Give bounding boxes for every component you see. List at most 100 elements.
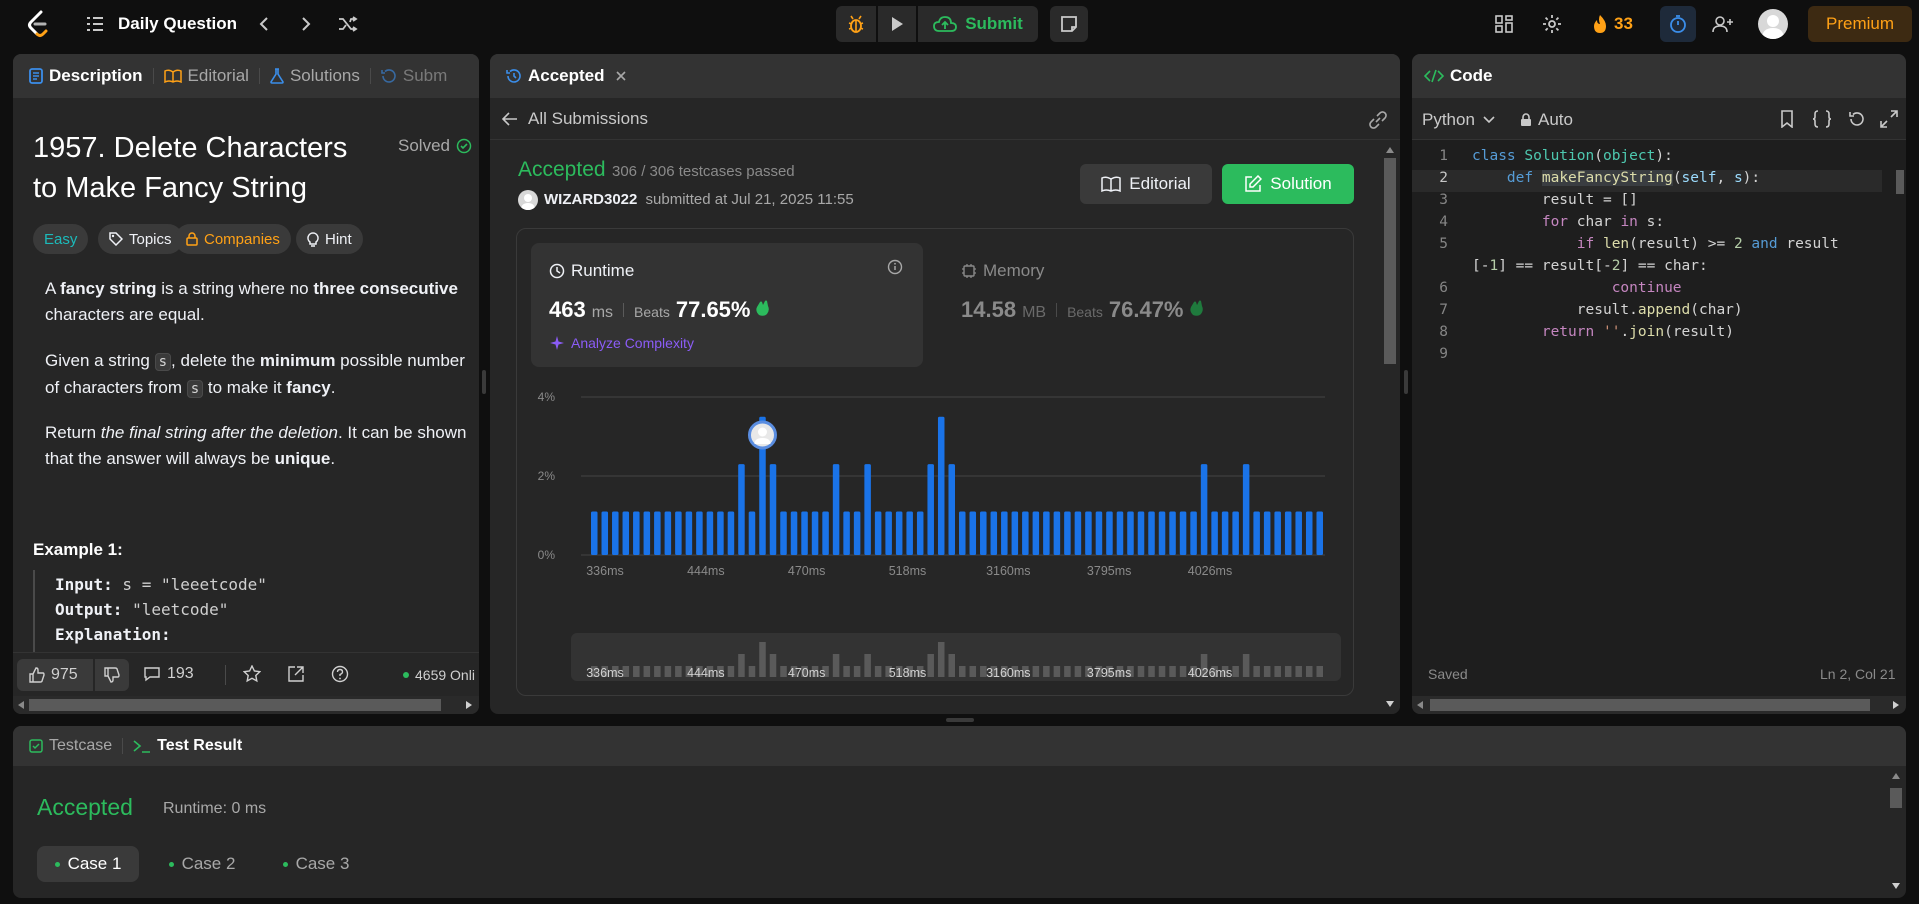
run-button[interactable] (878, 6, 916, 42)
minimap-bar (1232, 666, 1239, 677)
chart-bar (601, 511, 609, 555)
share-icon[interactable] (287, 665, 305, 683)
debug-button[interactable] (836, 6, 876, 42)
description-paragraph-1: A fancy string is a string where no thre… (45, 279, 458, 324)
thumbs-up-icon (29, 667, 45, 683)
case-1-tab[interactable]: Case 1 (37, 846, 139, 882)
tab-accepted[interactable]: Accepted (506, 66, 605, 86)
fullscreen-expand-icon[interactable] (1880, 110, 1898, 128)
dislike-button[interactable] (95, 659, 129, 691)
lock-icon (186, 232, 198, 246)
analyze-complexity-link[interactable]: Analyze Complexity (549, 335, 694, 351)
submitter-username[interactable]: WIZARD3022 (544, 191, 637, 208)
leetcode-logo-icon[interactable] (26, 8, 52, 40)
problem-list-title[interactable]: Daily Question (118, 14, 237, 34)
vertical-scrollbar[interactable] (1380, 140, 1400, 714)
help-question-icon[interactable] (331, 665, 349, 683)
case-3-tab[interactable]: Case 3 (265, 846, 367, 882)
prev-question-chevron-left-icon[interactable] (254, 12, 274, 36)
minimap-bar (643, 666, 651, 677)
tab-description[interactable]: Description (29, 66, 143, 86)
tab-testcase[interactable]: Testcase (29, 737, 112, 755)
streak-fire-icon[interactable] (1590, 12, 1610, 36)
notes-button[interactable] (1050, 6, 1088, 42)
horizontal-scrollbar[interactable] (13, 696, 479, 714)
code-horizontal-scrollbar[interactable] (1412, 696, 1906, 714)
copy-link-icon[interactable] (1368, 110, 1388, 130)
editor-toolbar: Python Auto (1412, 98, 1906, 140)
clap-hands-icon (756, 300, 770, 316)
tab-editorial[interactable]: Editorial (163, 66, 249, 86)
submit-button[interactable]: Submit (918, 6, 1038, 42)
comments-button[interactable]: 193 (143, 665, 194, 683)
settings-gear-icon[interactable] (1540, 12, 1564, 36)
streak-count[interactable]: 33 (1614, 14, 1633, 34)
tab-solutions[interactable]: Solutions (270, 66, 360, 86)
tab-test-result[interactable]: Test Result (133, 737, 242, 755)
minimap-bar (1053, 666, 1061, 677)
close-tab-icon[interactable] (615, 70, 627, 82)
bottom-vertical-scrollbar[interactable] (1886, 766, 1906, 898)
chart-bar (811, 511, 819, 555)
layout-grid-icon[interactable] (1492, 12, 1516, 36)
editorial-button[interactable]: Editorial (1080, 164, 1212, 204)
bookmark-icon[interactable] (1780, 110, 1794, 128)
scroll-right-icon (466, 701, 472, 709)
like-button[interactable]: 975 (17, 659, 93, 691)
scroll-right-icon (1893, 701, 1899, 709)
favorite-star-icon[interactable] (243, 665, 261, 683)
chart-bar (1085, 511, 1092, 555)
tab-submissions[interactable]: Subm (381, 66, 447, 86)
arrow-left-icon[interactable] (502, 111, 518, 126)
next-question-chevron-right-icon[interactable] (296, 12, 316, 36)
minimap-bar (1179, 666, 1187, 677)
problem-list-icon[interactable] (84, 12, 106, 36)
solution-button[interactable]: Solution (1222, 164, 1354, 204)
left-resize-handle[interactable] (482, 370, 486, 394)
add-friend-icon[interactable] (1710, 12, 1736, 36)
description-tabs: Description Editorial Solutions Subm (13, 54, 479, 98)
reset-undo-icon[interactable] (1848, 110, 1866, 128)
chart-bar (969, 511, 977, 555)
runtime-distribution-chart[interactable]: 4% 2% 0% 336ms 444ms 470ms 518ms 3160ms 3795ms 4… (517, 379, 1353, 697)
right-resize-handle[interactable] (1404, 370, 1408, 394)
tab-code[interactable]: Code (1424, 66, 1493, 86)
minimap-bar (748, 666, 756, 677)
language-select[interactable]: Python (1422, 110, 1495, 130)
chart-bar (769, 464, 777, 555)
minimap-bar (937, 642, 945, 677)
note-icon (1061, 16, 1077, 32)
timer-button[interactable] (1660, 6, 1696, 42)
history-icon (381, 69, 396, 83)
difficulty-chip[interactable]: Easy (33, 224, 89, 254)
test-runtime: Runtime: 0 ms (163, 800, 267, 817)
shuffle-icon[interactable] (336, 12, 360, 36)
topics-chip[interactable]: Topics (98, 224, 183, 254)
code-scrollbar-thumb[interactable] (1896, 170, 1904, 194)
memory-card[interactable]: Memory 14.58 MB Beats 76.47% (947, 243, 1339, 367)
minimap-bar (1316, 666, 1324, 677)
user-avatar[interactable] (1758, 9, 1788, 39)
premium-button[interactable]: Premium (1808, 6, 1912, 42)
code-editor[interactable]: 1 class Solution(object): 2 def makeFancy… (1412, 148, 1892, 388)
chart-bar (864, 464, 871, 555)
chart-bar (1284, 511, 1292, 555)
chart-bar (612, 511, 619, 555)
chart-bar (643, 511, 651, 555)
chart-bar (1316, 511, 1324, 555)
scroll-down-icon (1892, 883, 1900, 889)
format-braces-icon[interactable] (1812, 110, 1832, 128)
case-2-tab[interactable]: Case 2 (151, 846, 253, 882)
minimap-bar (654, 666, 661, 677)
info-icon[interactable] (887, 259, 903, 275)
minimap-x-tick-label: 444ms (687, 666, 725, 680)
all-submissions-link[interactable]: All Submissions (528, 109, 648, 129)
bottom-resize-handle[interactable] (946, 718, 974, 722)
scroll-up-icon (1386, 147, 1394, 153)
companies-chip[interactable]: Companies (175, 224, 291, 254)
chart-bar (654, 511, 661, 555)
auto-mode-toggle[interactable]: Auto (1520, 110, 1573, 130)
runtime-card[interactable]: Runtime 463 ms Beats 77.65% Analyze Comp… (531, 243, 923, 367)
hint-chip[interactable]: Hint (296, 224, 363, 254)
minimap-bar (738, 654, 745, 677)
